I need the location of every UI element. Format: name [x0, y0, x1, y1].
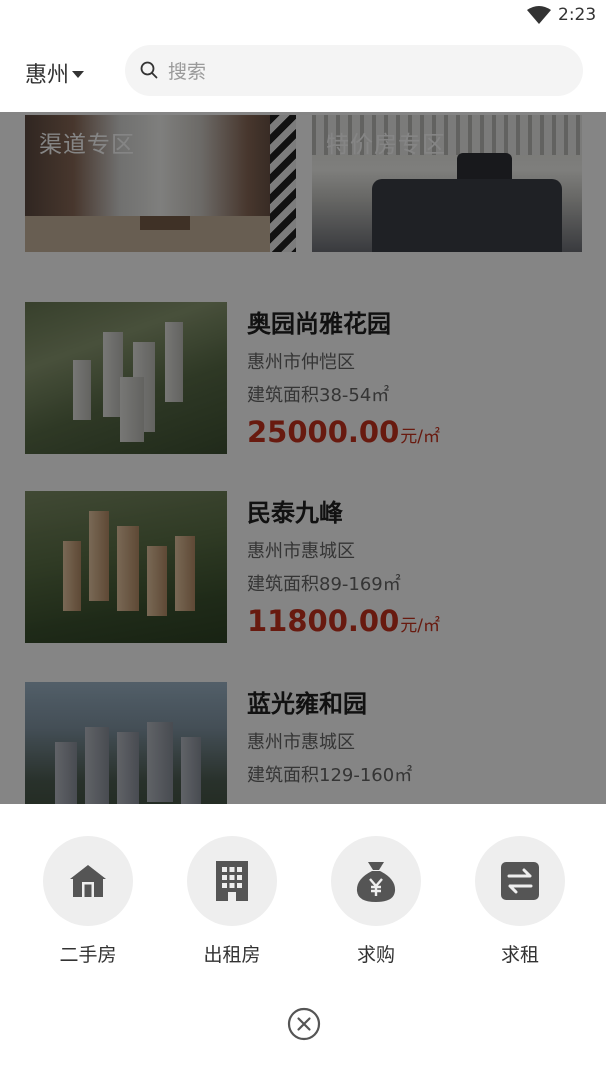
- action-sheet: 二手房 出租房 求购 求租: [0, 804, 606, 1080]
- search-placeholder: 搜索: [168, 61, 207, 83]
- money-bag-icon: [356, 862, 396, 902]
- action-icon-bg: [331, 836, 421, 926]
- action-label: 出租房: [203, 944, 261, 966]
- status-bar: 2:23: [0, 0, 606, 30]
- city-label: 惠州: [25, 63, 70, 88]
- action-second-hand-house[interactable]: 二手房: [28, 836, 148, 976]
- city-selector[interactable]: 惠州: [25, 57, 85, 89]
- close-icon[interactable]: [287, 1007, 321, 1041]
- search-icon: [140, 61, 158, 79]
- chevron-down-icon: [72, 71, 85, 78]
- swap-icon: [501, 862, 539, 900]
- action-label: 二手房: [59, 944, 117, 966]
- action-label: 求租: [500, 944, 539, 966]
- action-want-to-rent[interactable]: 求租: [460, 836, 580, 976]
- action-rental-house[interactable]: 出租房: [172, 836, 292, 976]
- wifi-icon: [527, 6, 551, 24]
- action-icon-bg: [475, 836, 565, 926]
- search-input[interactable]: 搜索: [125, 45, 583, 96]
- house-icon: [70, 865, 106, 897]
- building-icon: [216, 861, 248, 901]
- top-bar: 惠州 搜索: [0, 30, 606, 112]
- modal-backdrop[interactable]: [0, 112, 606, 804]
- action-icon-bg: [187, 836, 277, 926]
- status-time: 2:23: [558, 5, 597, 25]
- action-label: 求购: [356, 944, 395, 966]
- action-icon-bg: [43, 836, 133, 926]
- action-want-to-buy[interactable]: 求购: [316, 836, 436, 976]
